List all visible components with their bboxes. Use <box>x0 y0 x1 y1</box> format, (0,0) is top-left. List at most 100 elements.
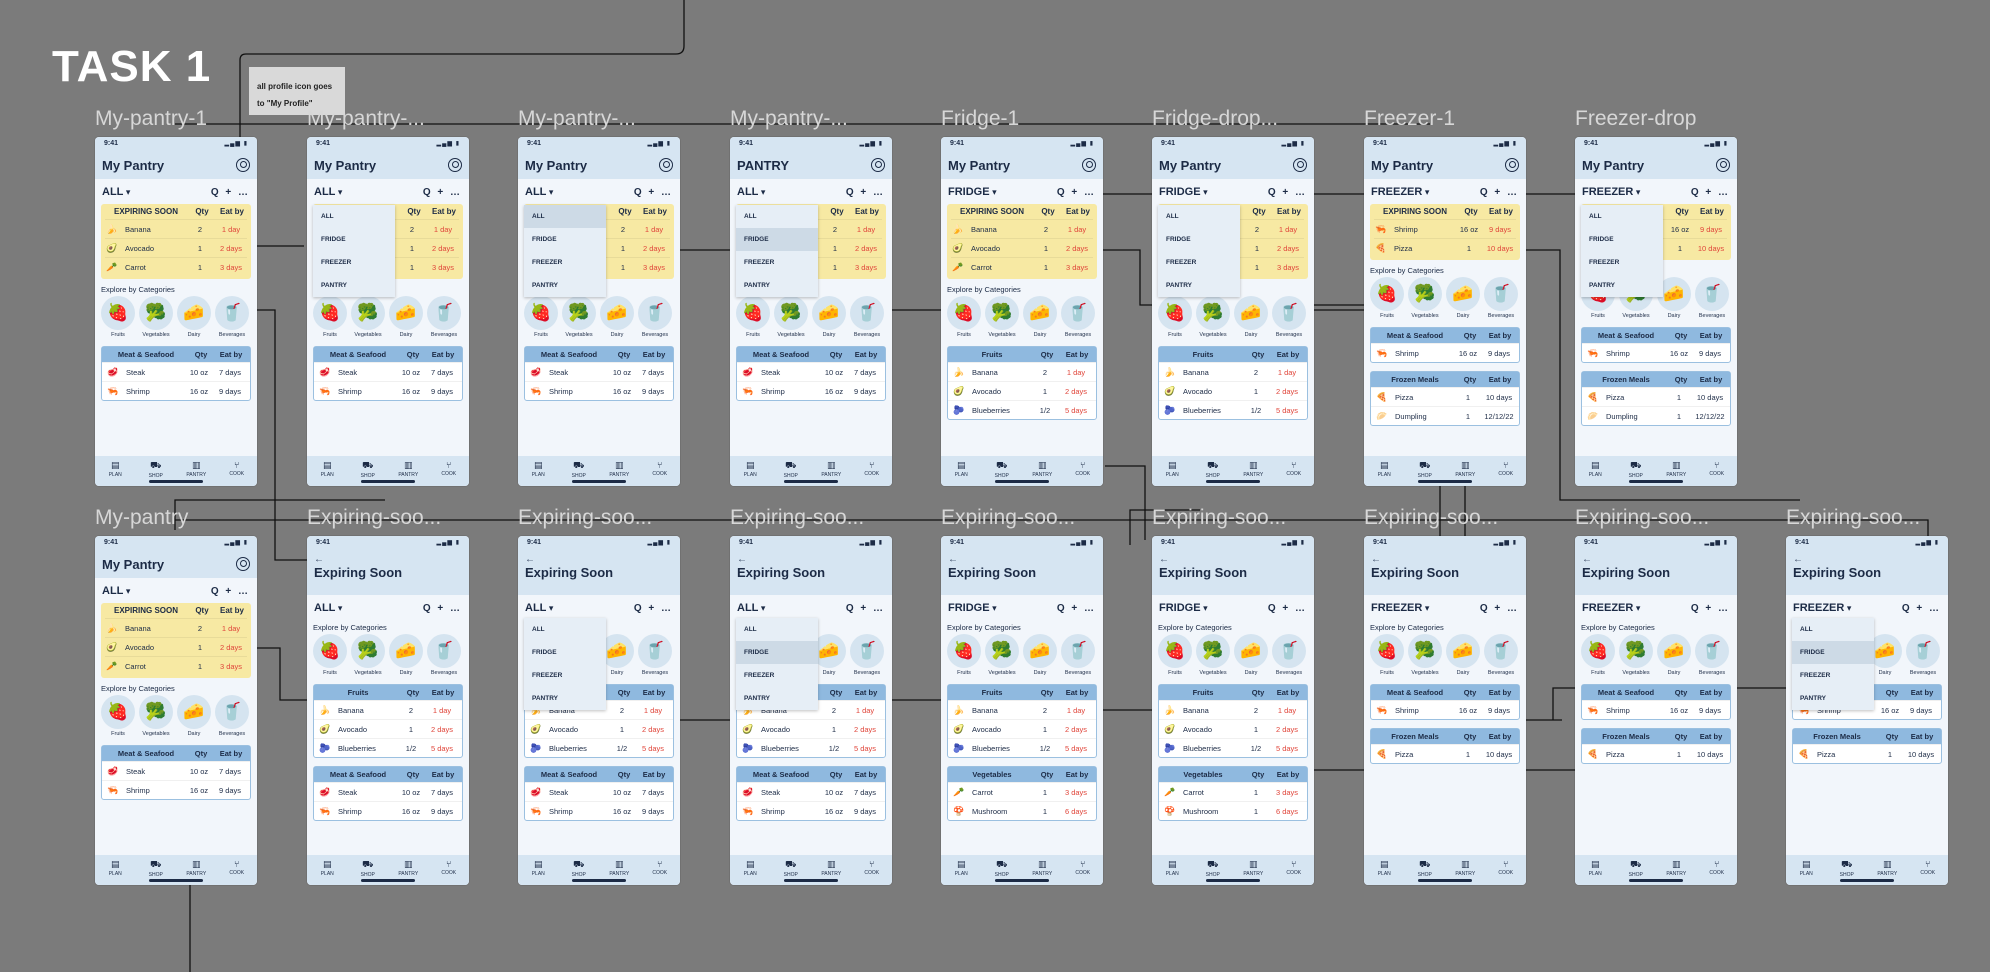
profile-icon[interactable] <box>1505 158 1519 172</box>
category-vegetables[interactable]: 🥦 Vegetables <box>1408 277 1442 319</box>
list-item[interactable]: 🫐 Blueberries 1/2 5 days <box>1159 400 1307 419</box>
list-item[interactable]: 🦐 Shrimp 16 oz 9 days <box>102 780 250 799</box>
category-fruits[interactable]: 🍓 Fruits <box>101 296 135 338</box>
list-item[interactable]: 🍕 Pizza 1 10 days <box>1371 387 1519 406</box>
nav-item-plan[interactable]: ▤ PLAN <box>523 460 553 486</box>
filter-option-fridge[interactable]: FRIDGE <box>736 228 818 251</box>
list-item[interactable]: 🦐 Shrimp 16 oz 9 days <box>314 381 462 400</box>
category-dairy[interactable]: 🧀 Dairy <box>389 296 423 338</box>
list-item[interactable]: 🫐 Blueberries 1/2 5 days <box>948 738 1096 757</box>
category-dairy[interactable]: 🧀 Dairy <box>1234 634 1268 676</box>
category-fruits[interactable]: 🍓 Fruits <box>947 634 981 676</box>
back-arrow-icon[interactable]: ← <box>1159 554 1169 565</box>
category-fruits[interactable]: 🍓 Fruits <box>313 634 347 676</box>
list-item[interactable]: 🍌 Banana 2 1 day <box>948 700 1096 719</box>
list-item[interactable]: 🦐 Shrimp 16 oz 9 days <box>1582 700 1730 719</box>
profile-icon[interactable] <box>236 557 250 571</box>
toolbar-icons[interactable]: Q + … <box>1057 187 1096 198</box>
nav-item-cook[interactable]: ⑂ COOK <box>1491 460 1521 486</box>
filter-dropdown[interactable]: ALL <box>314 186 342 198</box>
filter-option-all[interactable]: ALL <box>736 205 818 228</box>
toolbar-icons[interactable]: Q + … <box>423 603 462 614</box>
list-item[interactable]: 🥕 Carrot 1 3 days <box>948 782 1096 801</box>
filter-dropdown[interactable]: FRIDGE <box>948 602 997 614</box>
back-arrow-icon[interactable]: ← <box>314 554 324 565</box>
list-item[interactable]: 🦐 Shrimp 16 oz 9 days <box>1371 700 1519 719</box>
filter-option-fridge[interactable]: FRIDGE <box>1792 641 1874 664</box>
list-item[interactable]: 🥩 Steak 10 oz 7 days <box>737 782 885 801</box>
category-beverages[interactable]: 🥤 Beverages <box>1272 634 1306 676</box>
category-vegetables[interactable]: 🥦 Vegetables <box>351 634 385 676</box>
toolbar-icons[interactable]: Q + … <box>1902 603 1941 614</box>
list-item[interactable]: 🥑 Avocado 1 2 days <box>1159 719 1307 738</box>
category-beverages[interactable]: 🥤 Beverages <box>1484 634 1518 676</box>
nav-item-cook[interactable]: ⑂ COOK <box>1279 859 1309 885</box>
category-fruits[interactable]: 🍓 Fruits <box>947 296 981 338</box>
category-dairy[interactable]: 🧀 Dairy <box>1234 296 1268 338</box>
list-item[interactable]: 🦐 Shrimp 16 oz 9 days <box>314 801 462 820</box>
list-item[interactable]: 🥑 Avocado 1 2 days <box>737 719 885 738</box>
list-item[interactable]: 🍌 Banana 2 1 day <box>951 219 1093 238</box>
list-item[interactable]: 🥑 Avocado 1 2 days <box>948 719 1096 738</box>
category-beverages[interactable]: 🥤 Beverages <box>1695 634 1729 676</box>
list-item[interactable]: 🍕 Pizza 1 10 days <box>1371 744 1519 763</box>
filter-option-pantry[interactable]: PANTRY <box>1792 687 1874 710</box>
filter-dropdown[interactable]: FREEZER <box>1793 602 1851 614</box>
toolbar-icons[interactable]: Q + … <box>846 187 885 198</box>
filter-dropdown[interactable]: ALL <box>737 602 765 614</box>
back-arrow-icon[interactable]: ← <box>525 554 535 565</box>
nav-item-cook[interactable]: ⑂ COOK <box>1068 460 1098 486</box>
toolbar-icons[interactable]: Q + … <box>211 187 250 198</box>
filter-option-freezer[interactable]: FREEZER <box>313 251 395 274</box>
toolbar-icons[interactable]: Q + … <box>1691 187 1730 198</box>
nav-item-cook[interactable]: ⑂ COOK <box>222 460 252 486</box>
category-vegetables[interactable]: 🥦 Vegetables <box>139 296 173 338</box>
category-beverages[interactable]: 🥤 Beverages <box>427 296 461 338</box>
list-item[interactable]: 🍕 Pizza 1 10 days <box>1582 744 1730 763</box>
list-item[interactable]: 🥟 Dumpling 1 12/12/22 <box>1582 406 1730 425</box>
list-item[interactable]: 🥕 Carrot 1 3 days <box>105 656 247 675</box>
toolbar-icons[interactable]: Q + … <box>1480 187 1519 198</box>
nav-item-plan[interactable]: ▤ PLAN <box>312 460 342 486</box>
nav-item-plan[interactable]: ▤ PLAN <box>1580 460 1610 486</box>
toolbar-icons[interactable]: Q + … <box>1691 603 1730 614</box>
list-item[interactable]: 🥕 Carrot 1 3 days <box>105 257 247 276</box>
back-arrow-icon[interactable]: ← <box>948 554 958 565</box>
filter-option-fridge[interactable]: FRIDGE <box>736 641 818 664</box>
category-dairy[interactable]: 🧀 Dairy <box>177 296 211 338</box>
profile-icon[interactable] <box>1716 158 1730 172</box>
profile-icon[interactable] <box>1082 158 1096 172</box>
list-item[interactable]: 🥩 Steak 10 oz 7 days <box>314 362 462 381</box>
list-item[interactable]: 🥑 Avocado 1 2 days <box>948 381 1096 400</box>
list-item[interactable]: 🫐 Blueberries 1/2 5 days <box>1159 738 1307 757</box>
category-vegetables[interactable]: 🥦 Vegetables <box>562 296 596 338</box>
nav-item-plan[interactable]: ▤ PLAN <box>946 460 976 486</box>
nav-item-cook[interactable]: ⑂ COOK <box>857 460 887 486</box>
category-beverages[interactable]: 🥤 Beverages <box>638 296 672 338</box>
filter-dropdown[interactable]: ALL <box>525 602 553 614</box>
list-item[interactable]: 🥑 Avocado 1 2 days <box>105 238 247 257</box>
category-vegetables[interactable]: 🥦 Vegetables <box>351 296 385 338</box>
category-beverages[interactable]: 🥤 Beverages <box>1695 277 1729 319</box>
filter-option-freezer[interactable]: FREEZER <box>1581 251 1663 274</box>
expiring-soon-card[interactable]: EXPIRING SOON Qty Eat by 🦐 Shrimp 16 oz 9 days… <box>1370 204 1520 260</box>
filter-option-all[interactable]: ALL <box>313 205 395 228</box>
filter-dropdown[interactable]: ALL <box>737 186 765 198</box>
list-item[interactable]: 🥑 Avocado 1 2 days <box>1159 381 1307 400</box>
expiring-soon-card[interactable]: EXPIRING SOON Qty Eat by 🍌 Banana 2 1 day 🥑 Avoc… <box>947 204 1097 279</box>
list-item[interactable]: 🥩 Steak 10 oz 7 days <box>102 761 250 780</box>
nav-item-plan[interactable]: ▤ PLAN <box>735 460 765 486</box>
category-beverages[interactable]: 🥤 Beverages <box>1061 634 1095 676</box>
filter-dropdown[interactable]: FREEZER <box>1582 186 1640 198</box>
nav-item-plan[interactable]: ▤ PLAN <box>1580 859 1610 885</box>
filter-option-freezer[interactable]: FREEZER <box>736 251 818 274</box>
category-dairy[interactable]: 🧀 Dairy <box>812 296 846 338</box>
filter-option-all[interactable]: ALL <box>1581 205 1663 228</box>
list-item[interactable]: 🦐 Shrimp 16 oz 9 days <box>1582 343 1730 362</box>
list-item[interactable]: 🍕 Pizza 1 10 days <box>1582 387 1730 406</box>
filter-option-freezer[interactable]: FREEZER <box>524 664 606 687</box>
nav-item-cook[interactable]: ⑂ COOK <box>1702 859 1732 885</box>
filter-dropdown[interactable]: FRIDGE <box>1159 186 1208 198</box>
list-item[interactable]: 🥩 Steak 10 oz 7 days <box>102 362 250 381</box>
category-fruits[interactable]: 🍓 Fruits <box>1581 634 1615 676</box>
